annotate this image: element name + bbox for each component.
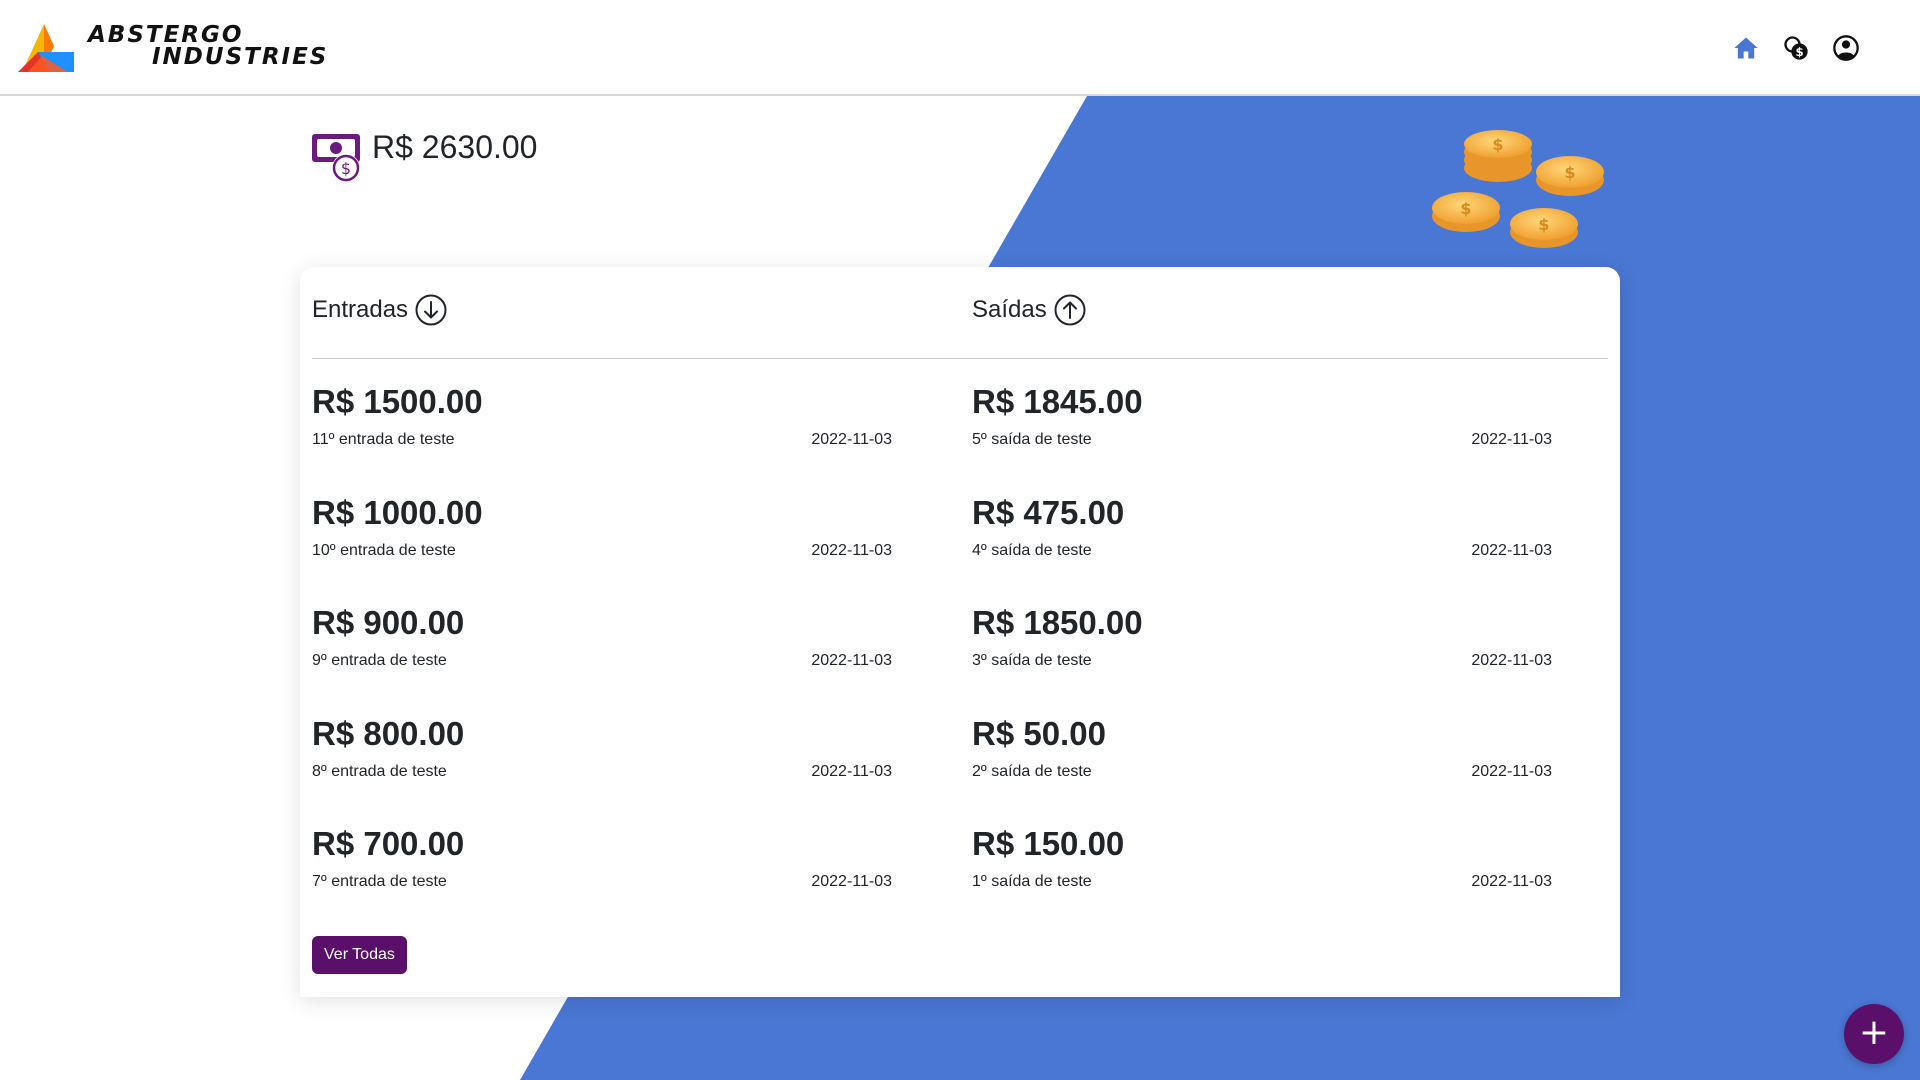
header-divider [312, 358, 1608, 359]
list-item[interactable]: R$ 50.00 2º saída de teste 2022-11-03 [972, 715, 1552, 826]
money-bill-dollar-icon: $ [312, 134, 360, 182]
brand-logo[interactable]: ABSTERGO INDUSTRIES [18, 22, 326, 74]
entry-date: 2022-11-03 [811, 873, 892, 890]
entry-date: 2022-11-03 [811, 762, 892, 780]
brand-wordmark: ABSTERGO INDUSTRIES [88, 22, 329, 70]
exit-description: 3º saída de teste [972, 652, 1092, 669]
exit-amount: R$ 1850.00 [972, 604, 1143, 641]
entradas-title: Entradas [312, 296, 409, 323]
top-header: ABSTERGO INDUSTRIES $ [0, 0, 1920, 96]
exit-amount: R$ 475.00 [972, 493, 1125, 531]
exit-amount: R$ 1845.00 [972, 383, 1143, 420]
entry-description: 8º entrada de teste [312, 762, 447, 780]
svg-text:$: $ [1538, 215, 1549, 234]
list-item[interactable]: R$ 150.00 1º saída de teste 2022-11-03 [972, 825, 1552, 936]
list-item[interactable]: R$ 1000.00 10º entrada de teste 2022-11-… [312, 494, 892, 605]
exit-description: 1º saída de teste [972, 873, 1092, 890]
exit-description: 2º saída de teste [972, 762, 1092, 780]
entry-description: 7º entrada de teste [312, 873, 447, 890]
saidas-header: Saídas [972, 293, 1087, 327]
entradas-list: R$ 1500.00 11º entrada de teste 2022-11-… [312, 383, 892, 936]
exit-amount: R$ 150.00 [972, 825, 1125, 862]
entradas-header: Entradas [312, 293, 448, 327]
exit-description: 5º saída de teste [972, 431, 1092, 448]
page: ABSTERGO INDUSTRIES $ $ R$ 2630.00 $ $ $… [0, 0, 1920, 1080]
triangle-logo-icon [18, 24, 74, 72]
exit-amount: R$ 50.00 [972, 714, 1106, 752]
exit-date: 2022-11-03 [1471, 873, 1552, 890]
list-item[interactable]: R$ 1845.00 5º saída de teste 2022-11-03 [972, 383, 1552, 494]
saidas-list: R$ 1845.00 5º saída de teste 2022-11-03 … [972, 383, 1552, 936]
svg-text:$: $ [1795, 45, 1803, 59]
view-all-button[interactable]: Ver Todas [312, 936, 407, 974]
exit-date: 2022-11-03 [1471, 652, 1552, 669]
exit-date: 2022-11-03 [1471, 762, 1552, 780]
add-transaction-button[interactable]: + [1844, 1004, 1904, 1064]
list-item[interactable]: R$ 700.00 7º entrada de teste 2022-11-03 [312, 825, 892, 936]
entry-amount: R$ 1500.00 [312, 383, 483, 420]
transactions-card: Entradas R$ 1500.00 11º entrada de teste… [300, 267, 1620, 997]
entry-description: 11º entrada de teste [312, 431, 455, 448]
entry-date: 2022-11-03 [811, 652, 892, 669]
dollar-coins-icon[interactable]: $ [1782, 34, 1810, 62]
exit-description: 4º saída de teste [972, 541, 1092, 559]
list-item[interactable]: R$ 1850.00 3º saída de teste 2022-11-03 [972, 604, 1552, 715]
entry-amount: R$ 900.00 [312, 604, 465, 641]
balance-value: R$ 2630.00 [372, 129, 538, 165]
brand-line-2: INDUSTRIES [152, 44, 329, 70]
arrow-down-circle-icon [415, 294, 447, 326]
entry-amount: R$ 800.00 [312, 714, 465, 752]
entry-description: 10º entrada de teste [312, 541, 456, 559]
entry-amount: R$ 1000.00 [312, 493, 483, 531]
brand-line-1: ABSTERGO [88, 22, 244, 48]
list-item[interactable]: R$ 800.00 8º entrada de teste 2022-11-03 [312, 715, 892, 826]
entry-description: 9º entrada de teste [312, 652, 447, 669]
list-item[interactable]: R$ 1500.00 11º entrada de teste 2022-11-… [312, 383, 892, 494]
balance-summary: $ R$ 2630.00 [310, 128, 537, 184]
exit-date: 2022-11-03 [1471, 431, 1552, 448]
user-account-icon[interactable] [1832, 34, 1860, 62]
list-item[interactable]: R$ 900.00 9º entrada de teste 2022-11-03 [312, 604, 892, 715]
arrow-up-circle-icon [1054, 294, 1086, 326]
header-nav: $ [1732, 34, 1860, 62]
home-icon[interactable] [1732, 34, 1760, 62]
svg-text:$: $ [341, 159, 351, 178]
svg-text:$: $ [1492, 135, 1503, 154]
list-item[interactable]: R$ 475.00 4º saída de teste 2022-11-03 [972, 494, 1552, 605]
exit-date: 2022-11-03 [1471, 541, 1552, 559]
entry-date: 2022-11-03 [811, 431, 892, 448]
svg-text:$: $ [1460, 199, 1471, 218]
svg-text:$: $ [1564, 163, 1575, 182]
entry-date: 2022-11-03 [811, 541, 892, 559]
entry-amount: R$ 700.00 [312, 825, 465, 862]
saidas-title: Saídas [972, 296, 1047, 323]
gold-coins-icon: $ $ $ $ [1432, 130, 1604, 248]
